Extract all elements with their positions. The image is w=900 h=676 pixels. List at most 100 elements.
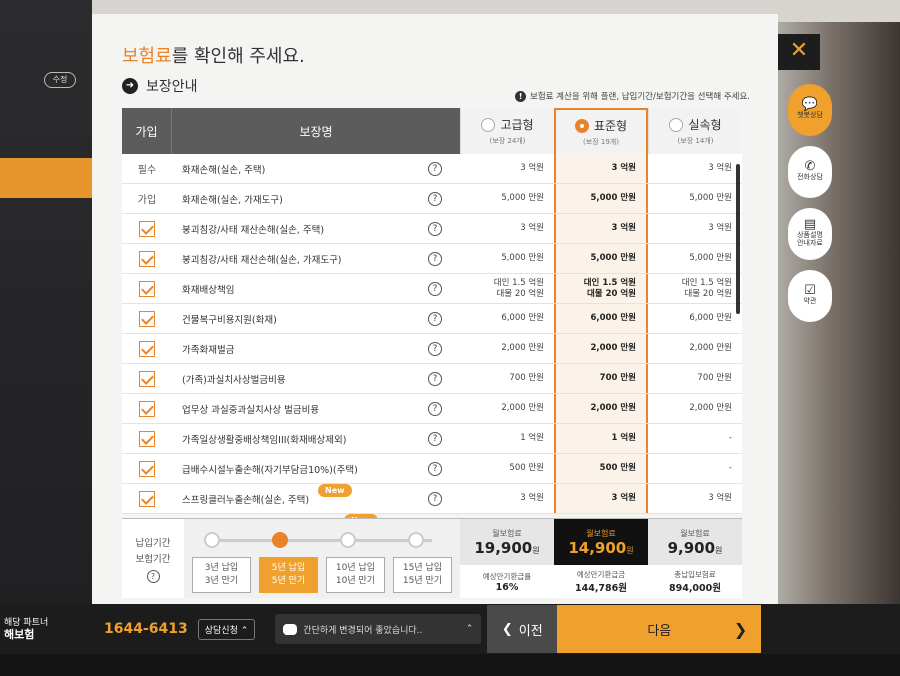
question-icon[interactable]: ? bbox=[428, 431, 442, 446]
join-cell[interactable] bbox=[122, 460, 172, 477]
edit-chip[interactable]: 수정 bbox=[44, 72, 76, 88]
period-option-line1: 5년 납입 bbox=[271, 563, 306, 573]
coverage-value: 1 억원 bbox=[520, 433, 544, 443]
join-cell[interactable] bbox=[122, 250, 172, 267]
chatbot-button[interactable]: 💬 챗봇상담 bbox=[788, 84, 832, 136]
join-cell[interactable] bbox=[122, 400, 172, 417]
join-checkbox[interactable] bbox=[139, 400, 155, 417]
background-orange-strip bbox=[0, 158, 92, 198]
question-icon[interactable]: ? bbox=[428, 251, 442, 266]
join-cell[interactable] bbox=[122, 280, 172, 297]
period-buttons: 3년 납입 3년 만기 5년 납입 5년 만기 10년 납입 10년 만기 15년 납… bbox=[192, 557, 452, 593]
join-checkbox[interactable] bbox=[139, 340, 155, 357]
question-icon[interactable]: ? bbox=[146, 569, 160, 583]
coverage-value: - bbox=[728, 433, 732, 443]
plan-standard[interactable]: 표준형 (보장 19개) bbox=[554, 108, 648, 154]
join-checkbox[interactable] bbox=[139, 250, 155, 267]
coverage-name-cell: 가족화재벌금? bbox=[172, 341, 460, 356]
table-row: 스프링클러누출손해(실손, 주택)?New 3 억원 3 억원 3 억원 bbox=[122, 484, 742, 527]
terms-button[interactable]: ☑ 약관 bbox=[788, 270, 832, 322]
consult-request-button[interactable]: 상담신청 ⌃ bbox=[197, 618, 256, 640]
coverage-name: 가족일상생활중배상책임III(화재배상제외) bbox=[182, 434, 347, 446]
join-checkbox[interactable] bbox=[139, 220, 155, 237]
period-option-10y[interactable]: 10년 납입 10년 만기 bbox=[326, 557, 385, 593]
plan-basic-count: (보장 14개) bbox=[677, 137, 714, 145]
phone-consult-button[interactable]: ✆ 전화상담 bbox=[788, 146, 832, 198]
question-icon[interactable]: ? bbox=[428, 401, 442, 416]
chevron-up-icon: ⌃ bbox=[465, 624, 474, 634]
coverage-name-cell: (가족)과실치사상벌금비용? bbox=[172, 371, 460, 386]
join-checkbox[interactable] bbox=[139, 280, 155, 297]
question-icon[interactable]: ? bbox=[428, 371, 442, 386]
join-cell[interactable] bbox=[122, 490, 172, 507]
period-option-15y[interactable]: 15년 납입 15년 만기 bbox=[393, 557, 452, 593]
plan-premium-radio[interactable] bbox=[481, 117, 496, 132]
question-icon[interactable]: ? bbox=[428, 281, 442, 296]
question-icon[interactable]: ? bbox=[428, 191, 442, 206]
col-join: 가입 bbox=[122, 108, 172, 154]
period-dot-5y[interactable] bbox=[272, 532, 288, 548]
table-row: 화재배상책임? 대인 1.5 억원 대물 20 억원 대인 1.5 억원 대물 20… bbox=[122, 274, 742, 304]
question-icon[interactable]: ? bbox=[428, 161, 442, 176]
question-icon[interactable]: ? bbox=[428, 461, 442, 476]
coverage-value: 3 억원 bbox=[554, 154, 648, 183]
period-dot-15y[interactable] bbox=[408, 532, 424, 548]
plan-premium[interactable]: 고급형 (보장 24개) bbox=[460, 108, 554, 154]
period-dot-3y[interactable] bbox=[204, 532, 220, 548]
prev-button[interactable]: ❮ 이전 bbox=[487, 605, 558, 653]
join-cell[interactable] bbox=[122, 340, 172, 357]
question-icon[interactable]: ? bbox=[428, 221, 442, 236]
coverage-name: 급배수시설누출손해(자기부담금10%)(주택) bbox=[182, 464, 358, 476]
period-option-5y[interactable]: 5년 납입 5년 만기 bbox=[259, 557, 318, 593]
monthly-premium-value: 9,900원 bbox=[668, 539, 723, 557]
notice: ! 보험료 계산을 위해 플랜, 납입기간/보험기간을 선택해 주세요. bbox=[515, 90, 750, 102]
coverage-name-cell: 급배수시설누출손해(자기부담금10%)(주택)? New bbox=[172, 461, 460, 497]
plan-basic[interactable]: 실속형 (보장 14개) bbox=[648, 108, 742, 154]
question-icon[interactable]: ? bbox=[428, 311, 442, 326]
coverage-guide-link[interactable]: ➜ 보장안내 bbox=[122, 76, 198, 96]
join-checkbox[interactable] bbox=[139, 460, 155, 477]
join-cell[interactable] bbox=[122, 220, 172, 237]
join-checkbox[interactable] bbox=[139, 430, 155, 447]
background-left-panel: 수정 bbox=[0, 0, 92, 676]
join-checkbox[interactable] bbox=[139, 310, 155, 327]
product-doc-button[interactable]: ▤ 상품설명 안내자료 bbox=[788, 208, 832, 260]
close-button[interactable]: ✕ bbox=[778, 34, 820, 70]
plan-basic-radio[interactable] bbox=[669, 117, 684, 132]
coverage-value: 2,000 만원 bbox=[501, 403, 544, 413]
question-icon[interactable]: ? bbox=[428, 341, 442, 356]
table-row: 가족화재벌금? 2,000 만원 2,000 만원 2,000 만원 bbox=[122, 334, 742, 364]
coverage-name: 화재배상책임 bbox=[182, 284, 235, 296]
product-doc-label: 상품설명 안내자료 bbox=[797, 231, 823, 247]
period-option-3y[interactable]: 3년 납입 3년 만기 bbox=[192, 557, 251, 593]
join-checkbox[interactable] bbox=[139, 490, 155, 507]
period-dot-10y[interactable] bbox=[340, 532, 356, 548]
coverage-value: 2,000 만원 bbox=[501, 343, 544, 353]
coverage-name: 가족화재벌금 bbox=[182, 344, 235, 356]
currency-unit: 원 bbox=[532, 545, 540, 555]
terms-label: 약관 bbox=[803, 297, 817, 305]
monthly-premium-label: 월보험료 bbox=[492, 528, 522, 538]
plan-standard-count: (보장 19개) bbox=[583, 138, 619, 146]
review-ticker[interactable]: 간단하게 변경되어 좋았습니다.. ⌃ bbox=[275, 614, 482, 644]
coverage-value: 700 만원 bbox=[697, 373, 732, 383]
question-icon[interactable]: ? bbox=[428, 491, 442, 506]
monthly-premium-value: 19,900원 bbox=[474, 539, 539, 557]
next-button[interactable]: 다음 ❯ bbox=[557, 605, 762, 653]
sub-label: 예상만기환급률 bbox=[482, 571, 532, 581]
footer-phone[interactable]: 1644-6413 bbox=[104, 621, 188, 637]
table-scrollbar[interactable] bbox=[736, 164, 740, 314]
chat-bubble-icon: 💬 bbox=[801, 97, 819, 112]
period-slider-track[interactable] bbox=[212, 539, 432, 542]
period-label-line2: 보험기간 bbox=[135, 553, 171, 565]
join-cell[interactable] bbox=[122, 370, 172, 387]
coverage-name-cell: 업무상 과실중과실치사상 벌금비용? bbox=[172, 401, 460, 416]
join-cell[interactable] bbox=[122, 310, 172, 327]
plan-standard-radio[interactable] bbox=[574, 118, 589, 133]
join-cell[interactable] bbox=[122, 430, 172, 447]
period-option-line1: 15년 납입 bbox=[402, 563, 443, 573]
coverage-value: 5,000 만원 bbox=[554, 244, 648, 273]
coverage-name: 스프링클러누출손해(실손, 주택) bbox=[182, 494, 310, 506]
coverage-name: 화재손해(실손, 주택) bbox=[182, 164, 266, 176]
join-checkbox[interactable] bbox=[139, 370, 155, 387]
